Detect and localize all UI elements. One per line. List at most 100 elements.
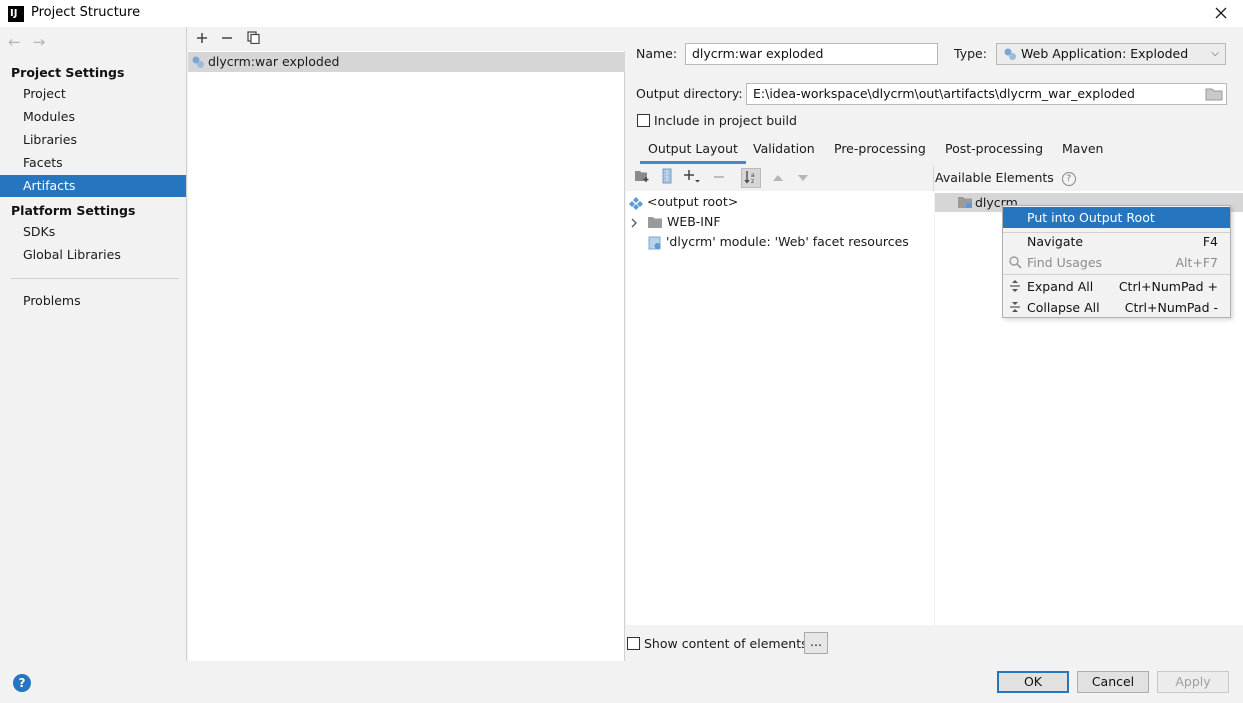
sidebar-item-sdks[interactable]: SDKs <box>0 221 186 243</box>
name-label: Name: <box>636 46 678 61</box>
title-bar: IJ Project Structure <box>0 0 1243 27</box>
menu-shortcut: Alt+F7 <box>1175 255 1218 270</box>
type-label: Type: <box>954 46 987 61</box>
minus-icon <box>714 176 724 178</box>
sidebar-item-modules[interactable]: Modules <box>0 106 186 128</box>
show-content-checkbox[interactable] <box>627 637 640 650</box>
output-tree-pane: az <output root> WEB-INF 'dlycrm' module… <box>626 165 934 625</box>
tree-item-output-root[interactable]: <output root> <box>629 192 738 212</box>
sort-elements-button[interactable]: az <box>741 168 761 188</box>
menu-shortcut: F4 <box>1202 234 1218 249</box>
sidebar-item-problems[interactable]: Problems <box>0 290 186 312</box>
tree-item-facet-resources[interactable]: 'dlycrm' module: 'Web' facet resources <box>648 232 909 252</box>
back-arrow-icon[interactable]: ← <box>8 33 21 51</box>
intellij-app-icon: IJ <box>8 6 24 22</box>
folder-icon <box>647 217 662 228</box>
search-icon <box>1009 256 1022 269</box>
menu-item-find-usages[interactable]: Find Usages Alt+F7 <box>1003 252 1230 273</box>
context-menu: Put into Output Root Navigate F4 Find Us… <box>1002 205 1231 318</box>
menu-item-expand-all[interactable]: Expand All Ctrl+NumPad + <box>1003 276 1230 297</box>
output-directory-label: Output directory: <box>636 86 743 101</box>
chevron-down-icon: ⌵ <box>1211 48 1219 59</box>
include-in-build-label: Include in project build <box>654 113 797 128</box>
menu-item-label: Put into Output Root <box>1027 210 1155 225</box>
chevron-right-icon[interactable] <box>629 218 639 228</box>
output-root-label: <output root> <box>646 194 739 209</box>
apply-button[interactable]: Apply <box>1157 671 1229 693</box>
move-up-button[interactable] <box>768 168 788 188</box>
menu-shortcut: Ctrl+NumPad + <box>1118 279 1218 294</box>
copy-artifact-button[interactable] <box>243 29 263 49</box>
ok-button[interactable]: OK <box>997 671 1069 693</box>
project-settings-heading: Project Settings <box>11 65 125 80</box>
menu-item-navigate[interactable]: Navigate F4 <box>1003 231 1230 252</box>
include-in-build-checkbox[interactable] <box>637 114 650 127</box>
web-artifact-icon <box>192 56 204 68</box>
sidebar-item-artifacts[interactable]: Artifacts <box>0 175 186 197</box>
new-folder-icon <box>635 171 649 182</box>
copy-icon <box>246 31 260 45</box>
collapse-all-icon <box>1010 302 1020 312</box>
output-directory-value: E:\idea-workspace\dlycrm\out\artifacts\d… <box>753 86 1135 101</box>
tab-validation[interactable]: Validation <box>745 138 823 164</box>
settings-sidebar: ← → Project Settings Project Modules Libr… <box>0 27 187 661</box>
cancel-button[interactable]: Cancel <box>1077 671 1149 693</box>
more-options-button[interactable]: ... <box>804 632 828 654</box>
sidebar-item-libraries[interactable]: Libraries <box>0 129 186 151</box>
menu-item-label: Expand All <box>1027 279 1094 294</box>
tab-pre-processing[interactable]: Pre-processing <box>826 138 934 164</box>
triangle-up-icon <box>773 175 783 181</box>
tab-maven[interactable]: Maven <box>1054 138 1111 164</box>
artifact-details-panel: Name: dlycrm:war exploded Type: Web Appl… <box>626 27 1243 661</box>
expand-all-icon <box>1010 280 1020 292</box>
sidebar-item-global-libraries[interactable]: Global Libraries <box>0 244 186 266</box>
sidebar-divider <box>11 278 179 279</box>
browse-folder-icon[interactable] <box>1205 86 1223 102</box>
remove-artifact-button[interactable] <box>217 29 237 49</box>
type-dropdown[interactable]: Web Application: Exploded ⌵ <box>996 43 1226 65</box>
help-button[interactable]: ? <box>13 674 31 692</box>
platform-settings-heading: Platform Settings <box>11 203 136 218</box>
menu-item-put-into-output-root[interactable]: Put into Output Root <box>1003 207 1230 228</box>
minus-icon <box>222 37 232 39</box>
sort-icon: az <box>744 171 755 185</box>
tree-item-web-inf[interactable]: WEB-INF <box>629 212 721 232</box>
menu-shortcut: Ctrl+NumPad - <box>1124 300 1218 315</box>
output-directory-field[interactable]: E:\idea-workspace\dlycrm\out\artifacts\d… <box>746 83 1227 105</box>
name-field[interactable]: dlycrm:war exploded <box>685 43 938 65</box>
nav-arrows: ← → <box>8 33 57 51</box>
add-artifact-button[interactable] <box>192 29 212 49</box>
triangle-down-icon <box>798 175 808 181</box>
add-element-button[interactable] <box>682 168 702 188</box>
output-tree-toolbar: az <box>626 165 934 191</box>
output-tree: <output root> WEB-INF 'dlycrm' module: '… <box>626 191 934 625</box>
menu-item-label: Find Usages <box>1027 255 1103 270</box>
artifact-list-item[interactable]: dlycrm:war exploded <box>188 52 625 72</box>
web-facet-icon <box>648 236 661 249</box>
remove-element-button[interactable] <box>709 168 729 188</box>
sidebar-item-facets[interactable]: Facets <box>0 152 186 174</box>
available-elements-label: Available Elements <box>935 170 1054 185</box>
menu-item-label: Navigate <box>1027 234 1084 249</box>
close-window-button[interactable] <box>1209 2 1233 24</box>
tab-post-processing[interactable]: Post-processing <box>937 138 1051 164</box>
forward-arrow-icon[interactable]: → <box>33 33 46 51</box>
module-folder-icon <box>958 197 972 208</box>
add-archive-button[interactable] <box>657 168 677 188</box>
question-mark-icon[interactable]: ? <box>1061 171 1076 186</box>
type-value: Web Application: Exploded <box>1021 46 1189 61</box>
output-root-icon <box>629 196 643 210</box>
available-elements-header: Available Elements ? <box>935 165 1243 191</box>
create-directory-button[interactable] <box>632 168 652 188</box>
window-title: Project Structure <box>31 5 141 20</box>
svg-text:z: z <box>751 178 754 185</box>
menu-item-label: Collapse All <box>1027 300 1100 315</box>
sidebar-item-project[interactable]: Project <box>0 83 186 105</box>
plus-dropdown-icon <box>684 170 700 183</box>
close-icon <box>1215 7 1227 19</box>
move-down-button[interactable] <box>793 168 813 188</box>
tab-output-layout[interactable]: Output Layout <box>640 138 746 164</box>
show-content-label: Show content of elements <box>644 636 808 651</box>
menu-item-collapse-all[interactable]: Collapse All Ctrl+NumPad - <box>1003 297 1230 318</box>
archive-icon <box>662 168 672 184</box>
